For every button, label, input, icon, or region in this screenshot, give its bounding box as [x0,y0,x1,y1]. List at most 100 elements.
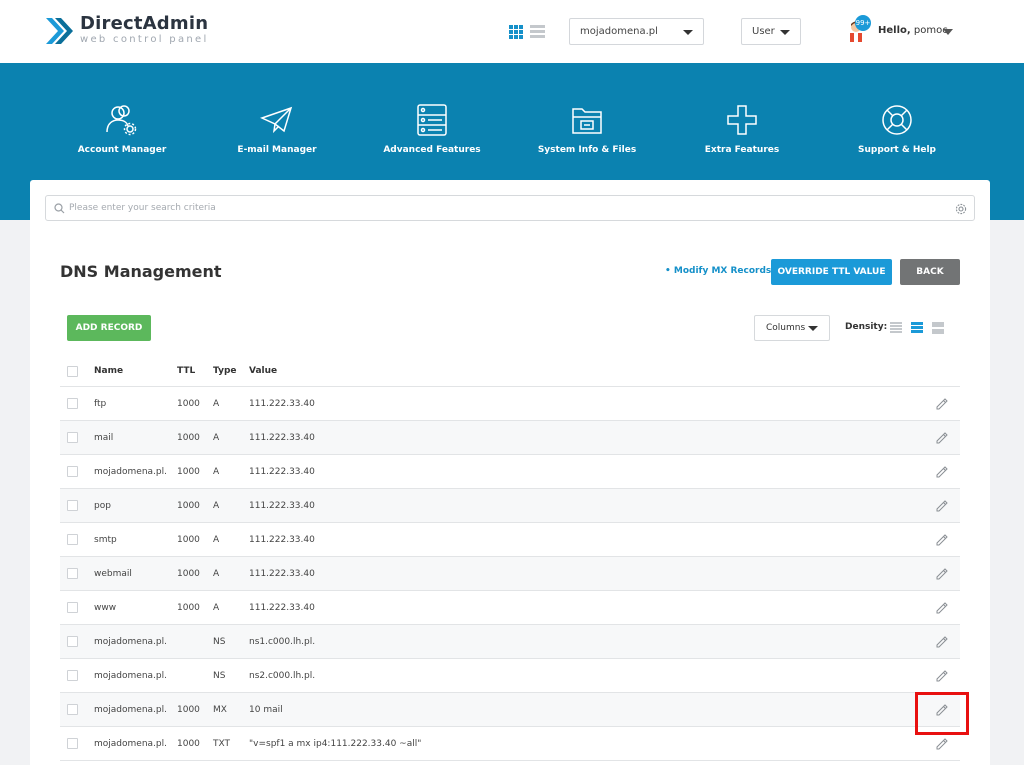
search-icon [54,203,65,214]
cell-ttl: 1000 [177,569,200,579]
row-checkbox[interactable] [67,466,78,477]
cell-ttl: 1000 [177,501,200,511]
cell-ttl: 1000 [177,467,200,477]
select-all-checkbox[interactable] [67,366,78,377]
edit-pencil-icon[interactable] [934,634,950,650]
page-title: DNS Management [60,262,222,281]
back-button[interactable]: BACK [900,259,960,285]
cell-name: mojadomena.pl. [94,671,167,681]
cell-name: pop [94,501,111,511]
cell-type: A [213,433,220,443]
density-compact-icon[interactable] [890,322,902,334]
row-checkbox[interactable] [67,738,78,749]
nav-advanced-features[interactable]: Advanced Features [357,104,507,155]
nav-system-info-files[interactable]: System Info & Files [512,104,662,155]
table-row: ftp 1000 A 111.222.33.40 [60,387,960,421]
cell-type: A [213,603,220,613]
advanced-features-icon [417,104,447,136]
columns-dropdown[interactable]: Columns [754,315,830,341]
row-checkbox[interactable] [67,534,78,545]
notification-badge[interactable]: 99+ [855,15,871,31]
table-row: webmail 1000 A 111.222.33.40 [60,557,960,591]
override-ttl-button[interactable]: OVERRIDE TTL VALUE [771,259,892,285]
nav-support-help[interactable]: Support & Help [822,104,972,155]
cell-value: ns2.c000.lh.pl. [249,671,316,681]
cell-type: A [213,399,220,409]
table-row: mojadomena.pl. 1000 A 111.222.33.40 [60,455,960,489]
column-header-type[interactable]: Type [213,366,236,376]
brand-logo[interactable]: DirectAdmin web control panel [44,15,209,46]
nav-label: Support & Help [858,145,936,155]
add-record-button[interactable]: ADD RECORD [67,315,151,341]
greeting-text: Hello, [878,25,911,36]
table-row: mojadomena.pl. NS ns1.c000.lh.pl. [60,625,960,659]
density-comfortable-icon[interactable] [932,322,944,334]
system-info-icon [572,108,602,134]
list-view-icon[interactable] [530,25,545,39]
user-menu-caret-icon[interactable] [943,29,953,35]
column-header-ttl[interactable]: TTL [177,366,195,376]
nav-email-manager[interactable]: E-mail Manager [202,104,352,155]
role-select[interactable]: User [741,18,801,45]
gear-icon[interactable] [955,203,967,215]
row-checkbox[interactable] [67,636,78,647]
edit-pencil-icon[interactable] [934,498,950,514]
cell-ttl: 1000 [177,433,200,443]
cell-type: MX [213,705,227,715]
edit-pencil-icon[interactable] [934,396,950,412]
cell-type: A [213,467,220,477]
cell-value: 111.222.33.40 [249,433,315,443]
edit-pencil-icon[interactable] [934,566,950,582]
search-placeholder: Please enter your search criteria [69,203,216,213]
row-checkbox[interactable] [67,432,78,443]
cell-value: 111.222.33.40 [249,603,315,613]
cell-type: NS [213,637,226,647]
row-checkbox[interactable] [67,500,78,511]
cell-value: 111.222.33.40 [249,569,315,579]
cell-value: 111.222.33.40 [249,535,315,545]
edit-pencil-icon[interactable] [934,430,950,446]
nav-extra-features[interactable]: Extra Features [667,104,817,155]
column-header-name[interactable]: Name [94,366,123,376]
cell-value: 111.222.33.40 [249,501,315,511]
cell-ttl: 1000 [177,739,200,749]
role-select-value: User [752,26,775,37]
row-checkbox[interactable] [67,602,78,613]
nav-label: Advanced Features [383,145,481,155]
column-header-value[interactable]: Value [249,366,277,376]
modify-mx-records-link[interactable]: • Modify MX Records [665,266,771,276]
edit-pencil-icon[interactable] [934,532,950,548]
nav-account-manager[interactable]: Account Manager [47,104,197,155]
edit-pencil-icon[interactable] [934,668,950,684]
account-manager-icon [106,105,137,136]
row-checkbox[interactable] [67,568,78,579]
dns-records-table: Name TTL Type Value ftp 1000 A 111.222.33.4… [60,354,960,761]
cell-name: smtp [94,535,117,545]
user-greeting[interactable]: Hello, pomoc [878,25,948,36]
cell-ttl: 1000 [177,603,200,613]
top-bar: DirectAdmin web control panel mojadomena… [0,0,1024,63]
search-input[interactable]: Please enter your search criteria [45,195,975,221]
directadmin-logo-icon [46,17,73,44]
table-row: pop 1000 A 111.222.33.40 [60,489,960,523]
caret-down-icon [780,30,790,35]
edit-pencil-icon[interactable] [934,702,950,718]
row-checkbox[interactable] [67,704,78,715]
domain-select[interactable]: mojadomena.pl [569,18,704,45]
edit-pencil-icon[interactable] [934,736,950,752]
grid-view-icon[interactable] [509,25,523,39]
cell-name: webmail [94,569,132,579]
row-checkbox[interactable] [67,398,78,409]
table-row: smtp 1000 A 111.222.33.40 [60,523,960,557]
cell-name: mojadomena.pl. [94,739,167,749]
cell-ttl: 1000 [177,535,200,545]
cell-name: ftp [94,399,107,409]
edit-pencil-icon[interactable] [934,600,950,616]
density-normal-icon[interactable] [911,322,923,334]
cell-type: A [213,501,220,511]
row-checkbox[interactable] [67,670,78,681]
edit-pencil-icon[interactable] [934,464,950,480]
email-manager-icon [260,106,293,134]
domain-select-value: mojadomena.pl [580,26,658,37]
cell-type: A [213,535,220,545]
